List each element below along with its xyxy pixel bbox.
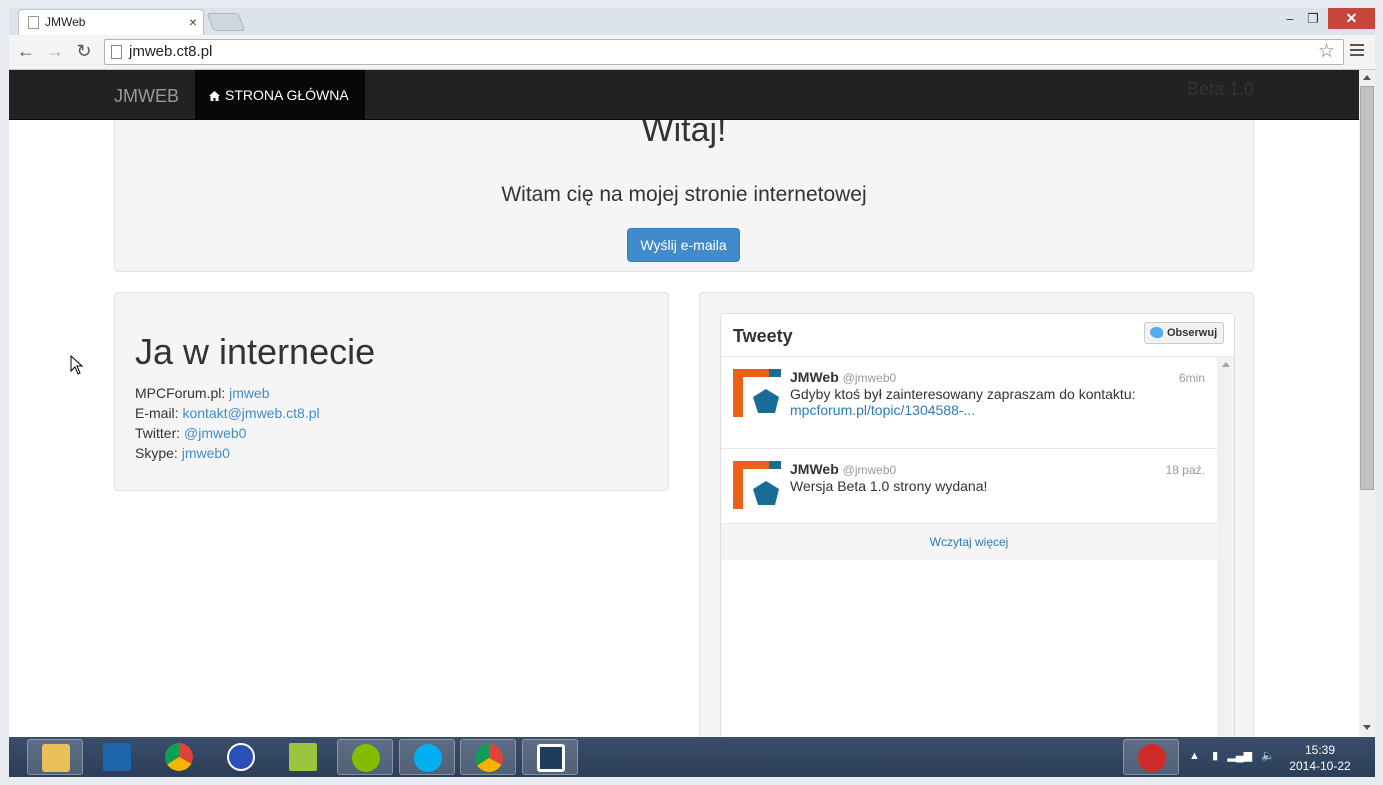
bookmark-star-icon[interactable]: ☆	[1318, 40, 1335, 63]
compass-icon	[227, 743, 255, 771]
twitter-panel: Tweety Obserwuj JMWeb @jmweb0 6min Gdyby…	[699, 292, 1254, 737]
url-text: jmweb.ct8.pl	[129, 43, 213, 60]
monitor-icon	[103, 743, 131, 771]
home-icon	[209, 91, 220, 101]
twitter-header: Tweety Obserwuj	[721, 314, 1234, 357]
contact-item: Twitter: @jmweb0	[135, 425, 247, 441]
tweet-time[interactable]: 18 paź.	[1166, 463, 1205, 477]
compass-taskbar-button[interactable]	[213, 739, 269, 775]
system-tray[interactable]: ▲ ▮ ▂▄▆ 🔈	[1189, 749, 1275, 762]
close-window-button[interactable]: ✕	[1328, 8, 1375, 29]
new-tab-button[interactable]	[206, 13, 246, 31]
welcome-text: Witam cię na mojej stronie internetowej	[501, 183, 867, 206]
notepad-icon	[289, 743, 317, 771]
page-icon	[111, 45, 122, 59]
site-navbar: JMWEB STRONA GŁÓWNA Beta 1.0	[9, 70, 1359, 120]
reload-icon[interactable]: ↻	[72, 41, 96, 62]
brackets-taskbar-button[interactable]	[522, 739, 578, 775]
back-icon[interactable]: ←	[14, 41, 38, 62]
folder-icon	[42, 744, 70, 772]
tweet-text: Gdyby ktoś był zainteresowany zapraszam …	[790, 386, 1136, 418]
twitter-title: Tweety	[733, 326, 793, 346]
page-icon	[28, 16, 39, 29]
tweet-time[interactable]: 6min	[1179, 371, 1205, 385]
chrome-icon	[475, 744, 503, 772]
tweet: JMWeb @jmweb0 6min Gdyby ktoś był zainte…	[721, 357, 1217, 449]
contact-item: MPCForum.pl: jmweb	[135, 385, 270, 401]
chrome-taskbar-button[interactable]	[151, 739, 207, 775]
tweet-text: Wersja Beta 1.0 strony wydana!	[790, 478, 988, 494]
scroll-down-icon[interactable]	[1363, 725, 1371, 730]
address-bar[interactable]: jmweb.ct8.pl	[104, 39, 1344, 65]
mouse-cursor-icon	[70, 355, 84, 375]
send-email-button[interactable]: Wyślij e-maila	[627, 228, 740, 262]
scroll-up-icon[interactable]	[1363, 75, 1371, 80]
tweet-author[interactable]: JMWeb @jmweb0	[790, 461, 896, 477]
nav-item-home-label: STRONA GŁÓWNA	[225, 87, 349, 103]
brackets-icon	[537, 744, 565, 772]
load-more-button[interactable]: Wczytaj więcej	[721, 524, 1217, 560]
email-link[interactable]: kontakt@jmweb.ct8.pl	[182, 405, 319, 421]
forward-icon[interactable]: →	[43, 41, 67, 62]
explorer-taskbar-button[interactable]	[27, 739, 83, 775]
scroll-up-icon[interactable]	[1222, 362, 1230, 367]
taskbar: ▲ ▮ ▂▄▆ 🔈 15:39 2014-10-22	[9, 737, 1375, 777]
tweet: JMWeb @jmweb0 18 paź. Wersja Beta 1.0 st…	[721, 449, 1217, 524]
twitter-widget: Tweety Obserwuj JMWeb @jmweb0 6min Gdyby…	[720, 313, 1235, 737]
close-tab-icon[interactable]: ×	[189, 14, 197, 30]
tweet-link[interactable]: mpcforum.pl/topic/1304588-...	[790, 402, 975, 418]
menu-icon[interactable]	[1350, 44, 1364, 59]
skype-icon	[414, 744, 442, 772]
tweet-author[interactable]: JMWeb @jmweb0	[790, 369, 896, 385]
twitter-link[interactable]: @jmweb0	[184, 425, 246, 441]
alert-icon	[1138, 744, 1166, 772]
profile-heading: Ja w internecie	[135, 331, 376, 372]
skype-link[interactable]: jmweb0	[182, 445, 230, 461]
avatar[interactable]	[733, 369, 781, 417]
browser-tab[interactable]: JMWeb ×	[18, 9, 204, 35]
spotify-taskbar-button[interactable]	[337, 739, 393, 775]
nav-item-home[interactable]: STRONA GŁÓWNA	[195, 70, 365, 120]
mpcforum-link[interactable]: jmweb	[229, 385, 269, 401]
page-scrollbar[interactable]	[1359, 70, 1375, 737]
contact-list: MPCForum.pl: jmweb E-mail: kontakt@jmweb…	[135, 383, 320, 463]
lenovo-taskbar-button[interactable]	[89, 739, 145, 775]
chrome-icon	[165, 743, 193, 771]
tab-title: JMWeb	[45, 15, 86, 29]
clock-date: 2014-10-22	[1289, 759, 1351, 773]
browser-window: JMWeb × – ❐ ✕ ← → ↻ jmweb.ct8.pl ☆ JMWEB…	[0, 0, 1383, 785]
site-brand[interactable]: JMWEB	[114, 86, 179, 107]
twitter-bird-icon	[1150, 327, 1163, 338]
contact-item: E-mail: kontakt@jmweb.ct8.pl	[135, 405, 320, 421]
clock-time: 15:39	[1304, 743, 1336, 757]
widget-scrollbar[interactable]	[1217, 357, 1234, 737]
notification-taskbar-button[interactable]	[1123, 739, 1179, 775]
scrollbar-thumb[interactable]	[1360, 86, 1374, 490]
avatar[interactable]	[733, 461, 781, 509]
spotify-icon	[352, 744, 380, 772]
profile-panel: Ja w internecie MPCForum.pl: jmweb E-mai…	[114, 292, 669, 491]
version-label: Beta 1.0	[1187, 79, 1255, 99]
skype-taskbar-button[interactable]	[399, 739, 455, 775]
chrome-active-taskbar-button[interactable]	[460, 739, 516, 775]
contact-item: Skype: jmweb0	[135, 445, 230, 461]
restore-button[interactable]: ❐	[1300, 11, 1326, 27]
page-viewport: JMWEB STRONA GŁÓWNA Beta 1.0 Witaj! Wita…	[9, 70, 1359, 737]
follow-button[interactable]: Obserwuj	[1144, 322, 1224, 344]
clock[interactable]: 15:39 2014-10-22	[1285, 742, 1355, 774]
editor-taskbar-button[interactable]	[275, 739, 331, 775]
